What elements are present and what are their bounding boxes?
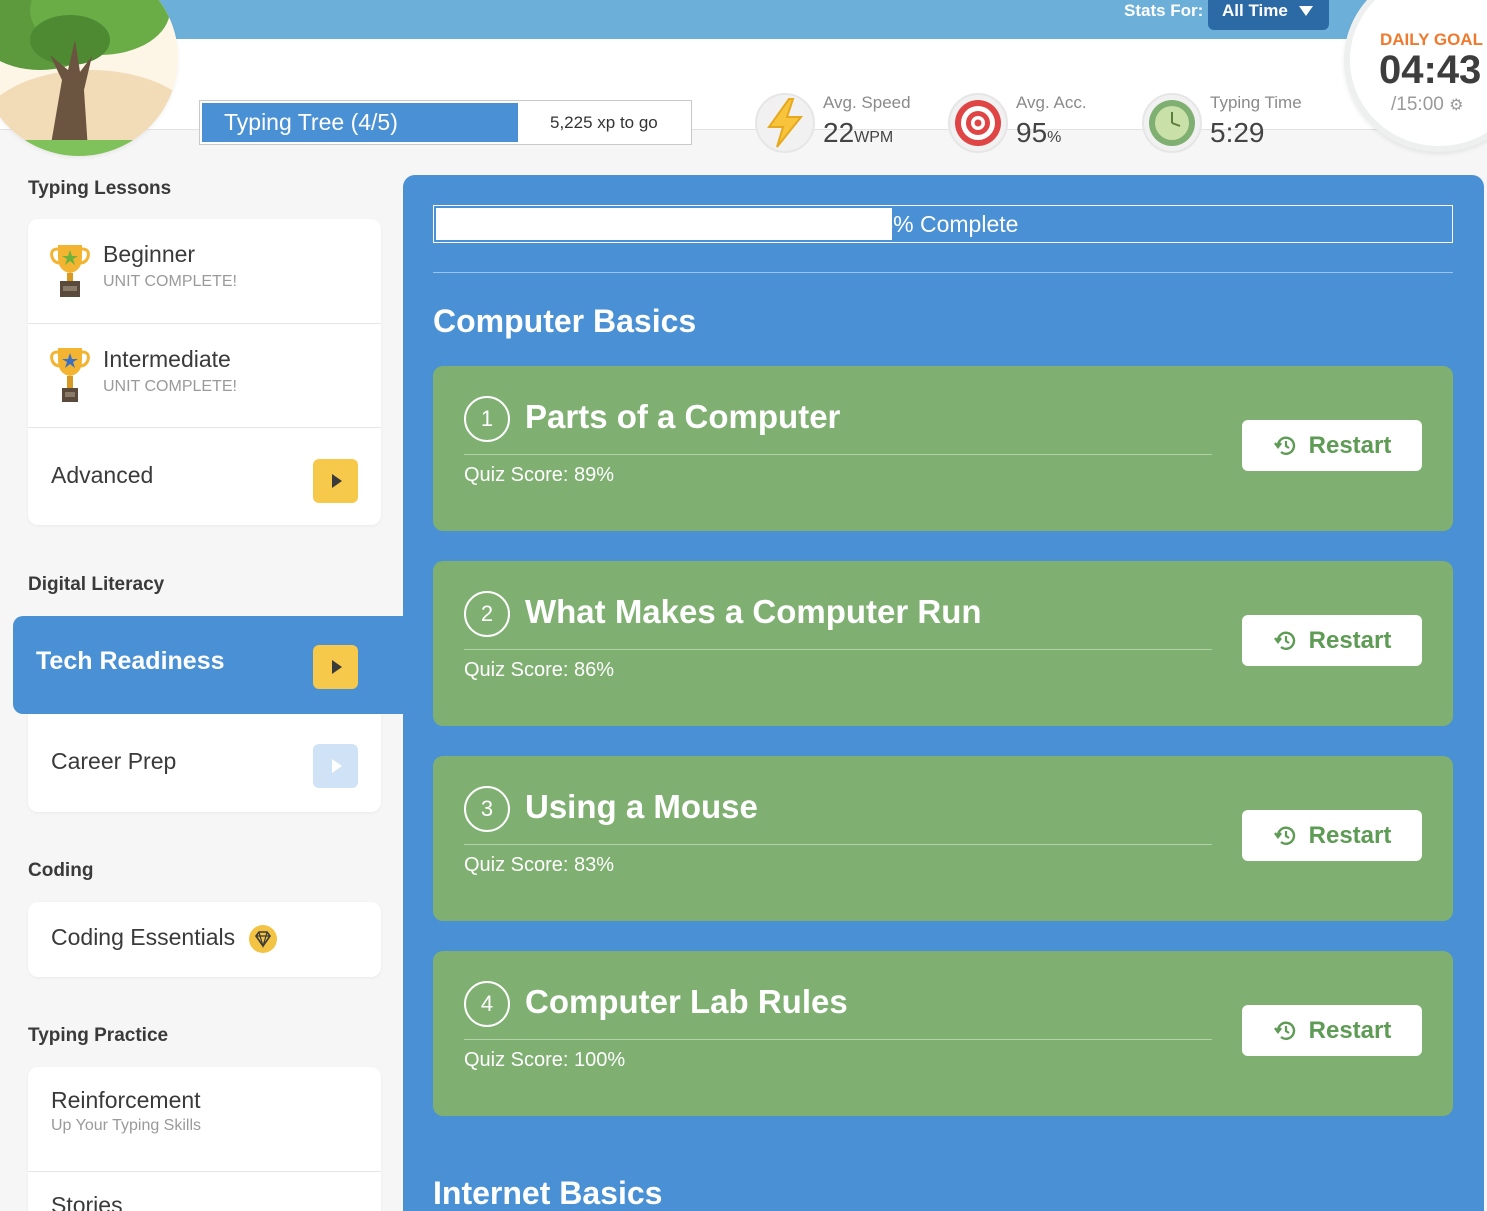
section-title-digital-literacy: Digital Literacy <box>28 574 165 595</box>
lesson-card[interactable]: 1 Parts of a Computer Quiz Score: 89% Re… <box>433 366 1453 531</box>
sidebar-item-status: UNIT COMPLETE! <box>103 273 237 290</box>
tech-readiness-play-button[interactable] <box>313 645 358 689</box>
sidebar-item-status: UNIT COMPLETE! <box>103 378 237 395</box>
unit-progress-bar: 45% Complete <box>433 205 1453 243</box>
sidebar-item-tech-readiness[interactable]: Tech Readiness <box>13 616 408 714</box>
lesson-number: 3 <box>464 786 510 832</box>
chevron-down-icon <box>1299 6 1313 16</box>
sidebar-item-label: Coding Essentials <box>51 924 236 950</box>
lesson-number: 2 <box>464 591 510 637</box>
stats-range-value: All Time <box>1222 1 1288 20</box>
coding-card: Coding Essentials <box>28 902 381 977</box>
history-icon <box>1273 1021 1295 1040</box>
section-title-coding: Coding <box>28 860 94 881</box>
sidebar-item-label: Reinforcement <box>51 1087 201 1113</box>
sidebar-item-label: Intermediate <box>103 346 231 372</box>
quiz-score: Quiz Score: 100% <box>464 1049 626 1071</box>
sidebar-item-beginner[interactable]: Beginner UNIT COMPLETE! <box>28 219 381 323</box>
lesson-card[interactable]: 2 What Makes a Computer Run Quiz Score: … <box>433 561 1453 726</box>
avg-speed-value: 22WPM <box>823 117 894 148</box>
sidebar-item-label: Career Prep <box>51 748 177 774</box>
lesson-title: Using a Mouse <box>525 788 758 825</box>
typing-time-label: Typing Time <box>1210 93 1302 112</box>
restart-label: Restart <box>1308 821 1392 849</box>
daily-goal-label: DAILY GOAL <box>1380 30 1483 49</box>
restart-label: Restart <box>1308 1016 1392 1044</box>
lightning-icon <box>755 93 815 153</box>
advanced-play-button[interactable] <box>313 459 358 503</box>
play-icon <box>332 660 342 674</box>
top-bar: Stats For: All Time <box>0 0 1487 39</box>
unit-title: Internet Basics <box>433 1175 663 1211</box>
typing-time-value: 5:29 <box>1210 117 1265 148</box>
typing-tree-level: Typing Tree (4/5) <box>202 103 518 142</box>
restart-label: Restart <box>1308 626 1392 654</box>
clock-icon <box>1142 93 1202 153</box>
sidebar-item-label: Beginner <box>103 241 196 267</box>
avg-accuracy-value: 95% <box>1016 117 1062 148</box>
target-icon <box>948 93 1008 153</box>
daily-goal-time: 04:43 <box>1379 48 1482 92</box>
main-panel: 45% Complete Computer Basics 1 Parts of … <box>403 175 1484 1211</box>
trophy-icon <box>50 241 90 306</box>
divider <box>464 1039 1212 1040</box>
history-icon <box>1273 631 1295 650</box>
header: Typing Tree (4/5) 5,225 xp to go Avg. Sp… <box>0 39 1487 153</box>
sidebar-item-advanced[interactable]: Advanced <box>28 427 381 525</box>
quiz-score: Quiz Score: 86% <box>464 659 615 681</box>
avg-speed-label: Avg. Speed <box>823 93 911 112</box>
sidebar-item-label: Stories <box>51 1192 123 1211</box>
daily-goal-total: /15:00 ⚙ <box>1391 94 1464 115</box>
section-title-typing-practice: Typing Practice <box>28 1025 169 1046</box>
lesson-card[interactable]: 3 Using a Mouse Quiz Score: 83% Restart <box>433 756 1453 921</box>
sidebar-item-label: Tech Readiness <box>36 647 225 675</box>
sidebar-item-intermediate[interactable]: Intermediate UNIT COMPLETE! <box>28 323 381 427</box>
career-prep-play-button[interactable] <box>313 744 358 788</box>
play-icon <box>332 759 342 773</box>
lesson-number: 1 <box>464 396 510 442</box>
sidebar-item-label: Advanced <box>51 462 154 488</box>
typing-lessons-card: Beginner UNIT COMPLETE! Intermediate UNI… <box>28 219 381 525</box>
quiz-score: Quiz Score: 83% <box>464 854 615 876</box>
sidebar-item-stories[interactable]: Stories <box>28 1171 381 1211</box>
lesson-title: Computer Lab Rules <box>525 983 848 1020</box>
typing-tree-image[interactable] <box>0 0 178 156</box>
divider <box>464 649 1212 650</box>
avg-accuracy-label: Avg. Acc. <box>1016 93 1087 112</box>
sidebar-item-career-prep[interactable]: Career Prep <box>28 724 381 812</box>
gem-icon <box>248 924 278 959</box>
play-icon <box>332 474 342 488</box>
divider <box>433 272 1453 273</box>
gear-icon[interactable]: ⚙ <box>1449 97 1463 114</box>
trophy-icon <box>50 344 90 411</box>
section-title-typing-lessons: Typing Lessons <box>28 178 172 199</box>
typing-practice-card: Reinforcement Up Your Typing Skills Stor… <box>28 1067 381 1211</box>
quiz-score: Quiz Score: 89% <box>464 464 615 486</box>
unit-progress-label: 45% Complete <box>867 211 1019 237</box>
restart-button[interactable]: Restart <box>1242 1005 1422 1056</box>
lesson-title: What Makes a Computer Run <box>525 593 982 630</box>
xp-to-go: 5,225 xp to go <box>550 113 658 132</box>
sidebar-item-reinforcement[interactable]: Reinforcement Up Your Typing Skills <box>28 1067 381 1171</box>
restart-label: Restart <box>1308 431 1392 459</box>
restart-button[interactable]: Restart <box>1242 810 1422 861</box>
divider <box>464 844 1212 845</box>
divider <box>464 454 1212 455</box>
sidebar-item-subtitle: Up Your Typing Skills <box>51 1117 202 1134</box>
lesson-number: 4 <box>464 981 510 1027</box>
unit-title: Computer Basics <box>433 303 697 339</box>
stats-for-label: Stats For: <box>1124 1 1204 20</box>
history-icon <box>1273 436 1295 455</box>
sidebar-item-coding-essentials[interactable]: Coding Essentials <box>28 902 381 977</box>
restart-button[interactable]: Restart <box>1242 615 1422 666</box>
typing-tree-progress: Typing Tree (4/5) 5,225 xp to go <box>199 100 692 145</box>
lesson-title: Parts of a Computer <box>525 398 841 435</box>
stats-range-dropdown[interactable]: All Time <box>1208 0 1329 30</box>
history-icon <box>1273 826 1295 845</box>
restart-button[interactable]: Restart <box>1242 420 1422 471</box>
lesson-card[interactable]: 4 Computer Lab Rules Quiz Score: 100% Re… <box>433 951 1453 1116</box>
